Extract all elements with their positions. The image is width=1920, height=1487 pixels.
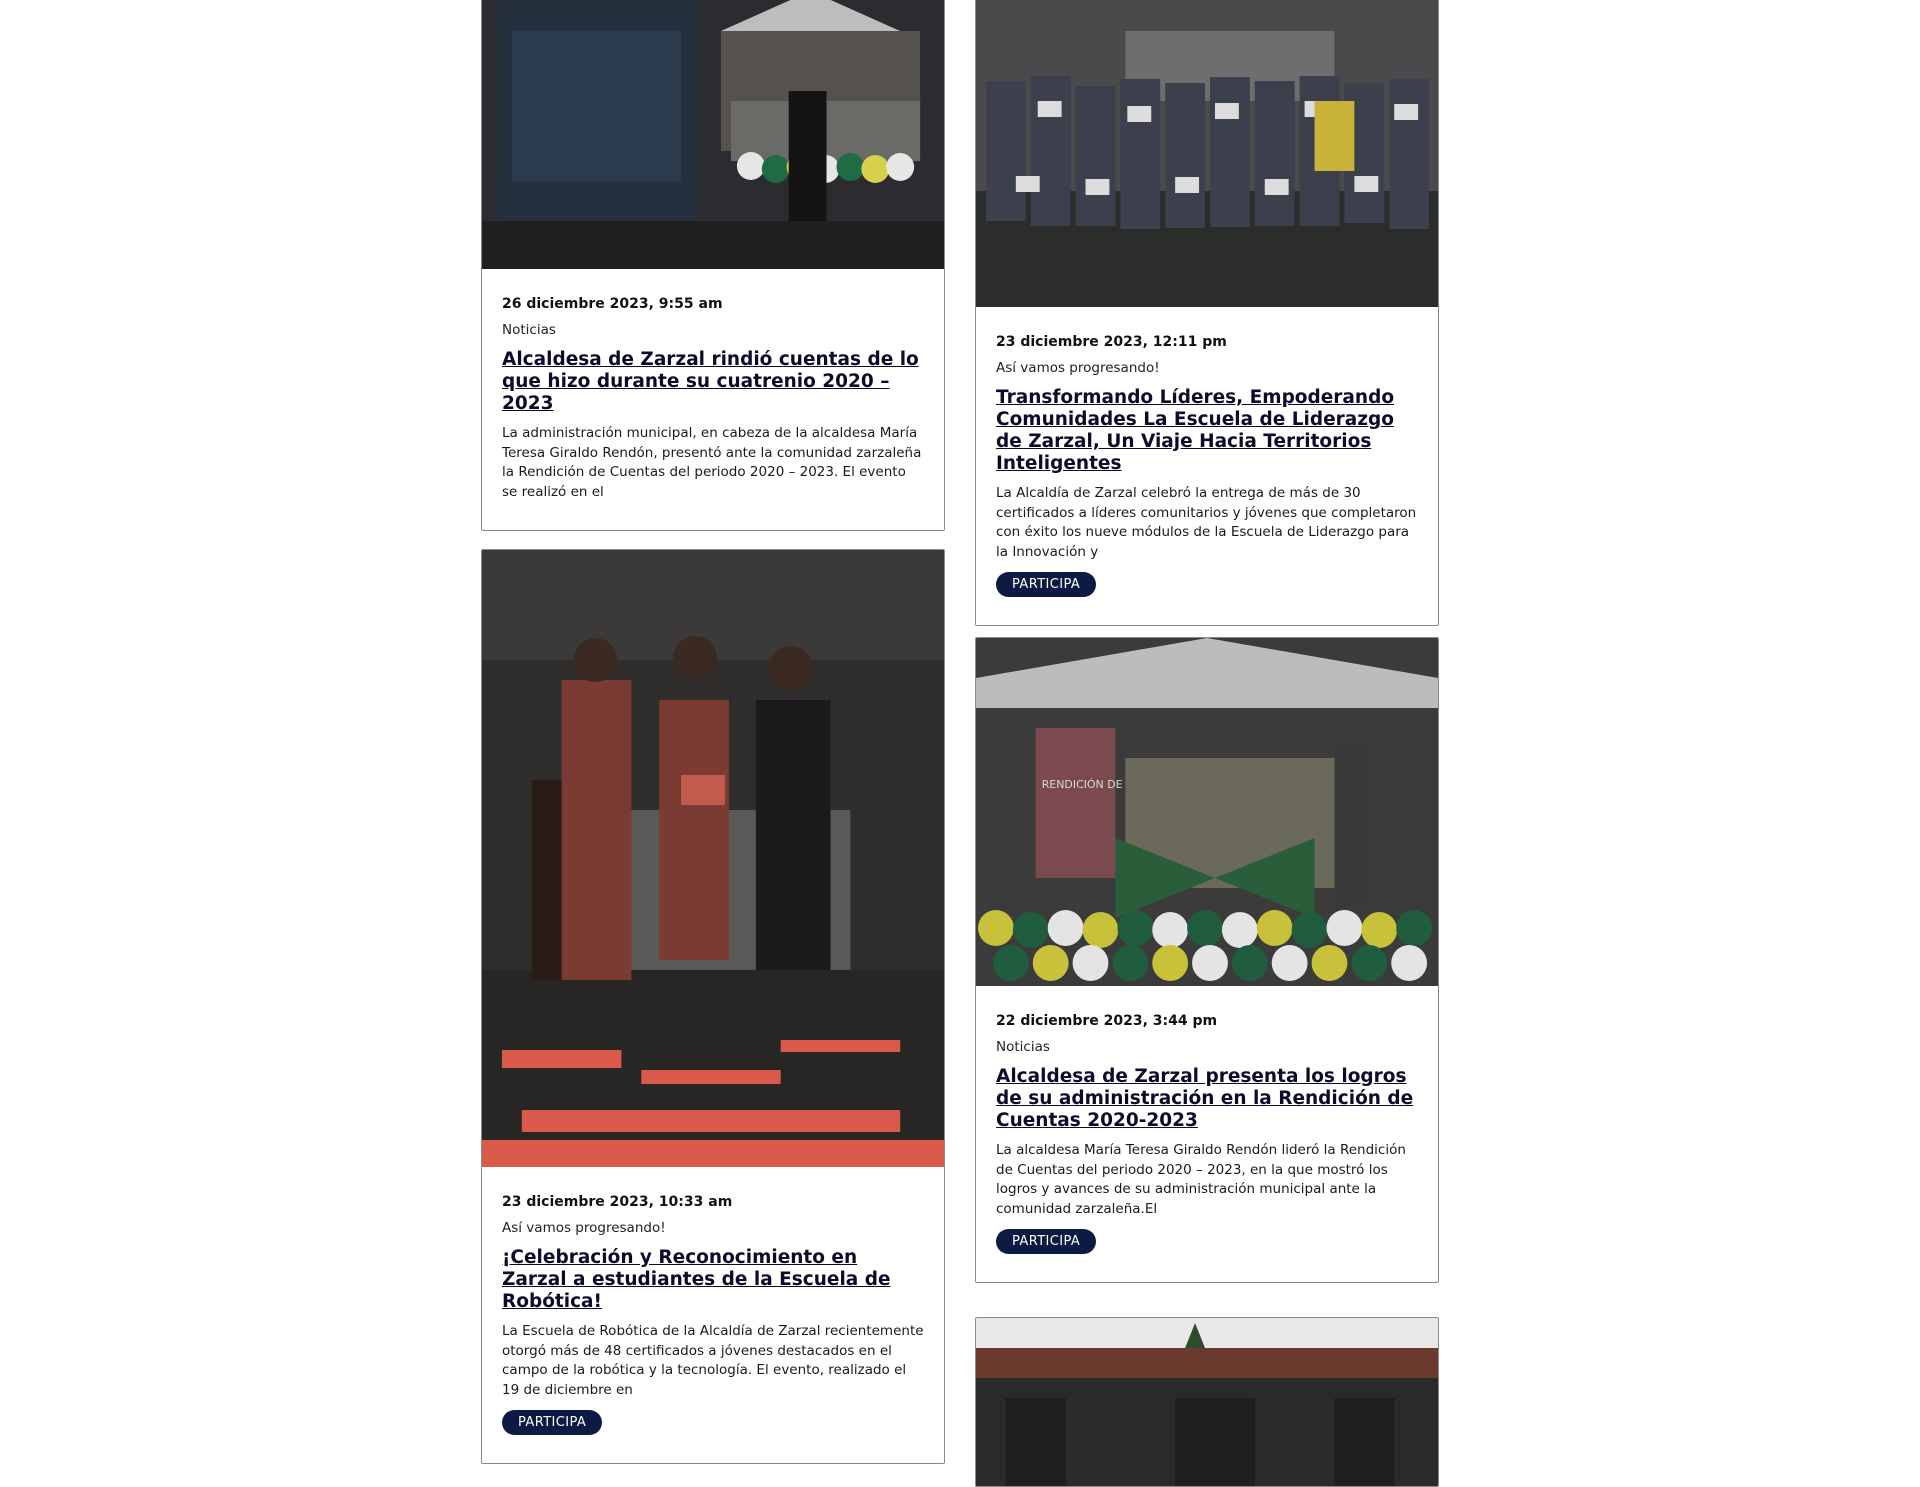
leaders-group-photo bbox=[976, 0, 1438, 307]
participa-button[interactable]: PARTICIPA bbox=[996, 1229, 1097, 1254]
participa-button[interactable]: PARTICIPA bbox=[502, 1410, 603, 1435]
card-date: 23 diciembre 2023, 10:33 am bbox=[502, 1194, 733, 1210]
card-category: Así vamos progresando! bbox=[502, 1220, 666, 1236]
news-card: 26 diciembre 2023, 9:55 am Noticias Alca… bbox=[481, 0, 945, 531]
card-date: 26 diciembre 2023, 9:55 am bbox=[502, 296, 723, 312]
card-category: Noticias bbox=[502, 322, 556, 338]
building-event-photo bbox=[976, 1318, 1438, 1486]
participa-button[interactable]: PARTICIPA bbox=[996, 572, 1097, 597]
rendicion-event-photo: RENDICIÓN DE CUENTAS bbox=[976, 638, 1438, 986]
card-excerpt: La Alcaldía de Zarzal celebró la entrega… bbox=[996, 485, 1417, 560]
news-card: 23 diciembre 2023, 12:11 pm Así vamos pr… bbox=[975, 0, 1439, 626]
news-card: RENDICIÓN DE CUENTAS 22 diciembre 2023, … bbox=[975, 637, 1439, 1283]
card-title-link[interactable]: Transformando Líderes, Empoderando Comun… bbox=[996, 387, 1418, 475]
event-stage-photo bbox=[482, 0, 944, 269]
card-image-robotics[interactable] bbox=[482, 550, 944, 1167]
card-image-event-stage[interactable] bbox=[482, 0, 944, 269]
card-excerpt: La Escuela de Robótica de la Alcaldía de… bbox=[502, 1323, 924, 1398]
robotics-award-photo bbox=[482, 550, 944, 1167]
card-category: Noticias bbox=[996, 1039, 1050, 1055]
card-title-link[interactable]: Alcaldesa de Zarzal rindió cuentas de lo… bbox=[502, 349, 924, 415]
card-date: 22 diciembre 2023, 3:44 pm bbox=[996, 1013, 1218, 1029]
card-image-rendicion[interactable]: RENDICIÓN DE CUENTAS bbox=[976, 638, 1438, 986]
card-category: Así vamos progresando! bbox=[996, 360, 1160, 376]
card-image-building[interactable] bbox=[976, 1318, 1438, 1486]
card-image-leaders-group[interactable] bbox=[976, 0, 1438, 307]
card-title-link[interactable]: ¡Celebración y Reconocimiento en Zarzal … bbox=[502, 1247, 924, 1313]
card-date: 23 diciembre 2023, 12:11 pm bbox=[996, 334, 1227, 350]
card-excerpt: La alcaldesa María Teresa Giraldo Rendón… bbox=[996, 1142, 1406, 1217]
news-card bbox=[975, 1317, 1439, 1487]
card-excerpt: La administración municipal, en cabeza d… bbox=[502, 425, 922, 500]
news-card: 23 diciembre 2023, 10:33 am Así vamos pr… bbox=[481, 549, 945, 1464]
card-title-link[interactable]: Alcaldesa de Zarzal presenta los logros … bbox=[996, 1066, 1418, 1132]
